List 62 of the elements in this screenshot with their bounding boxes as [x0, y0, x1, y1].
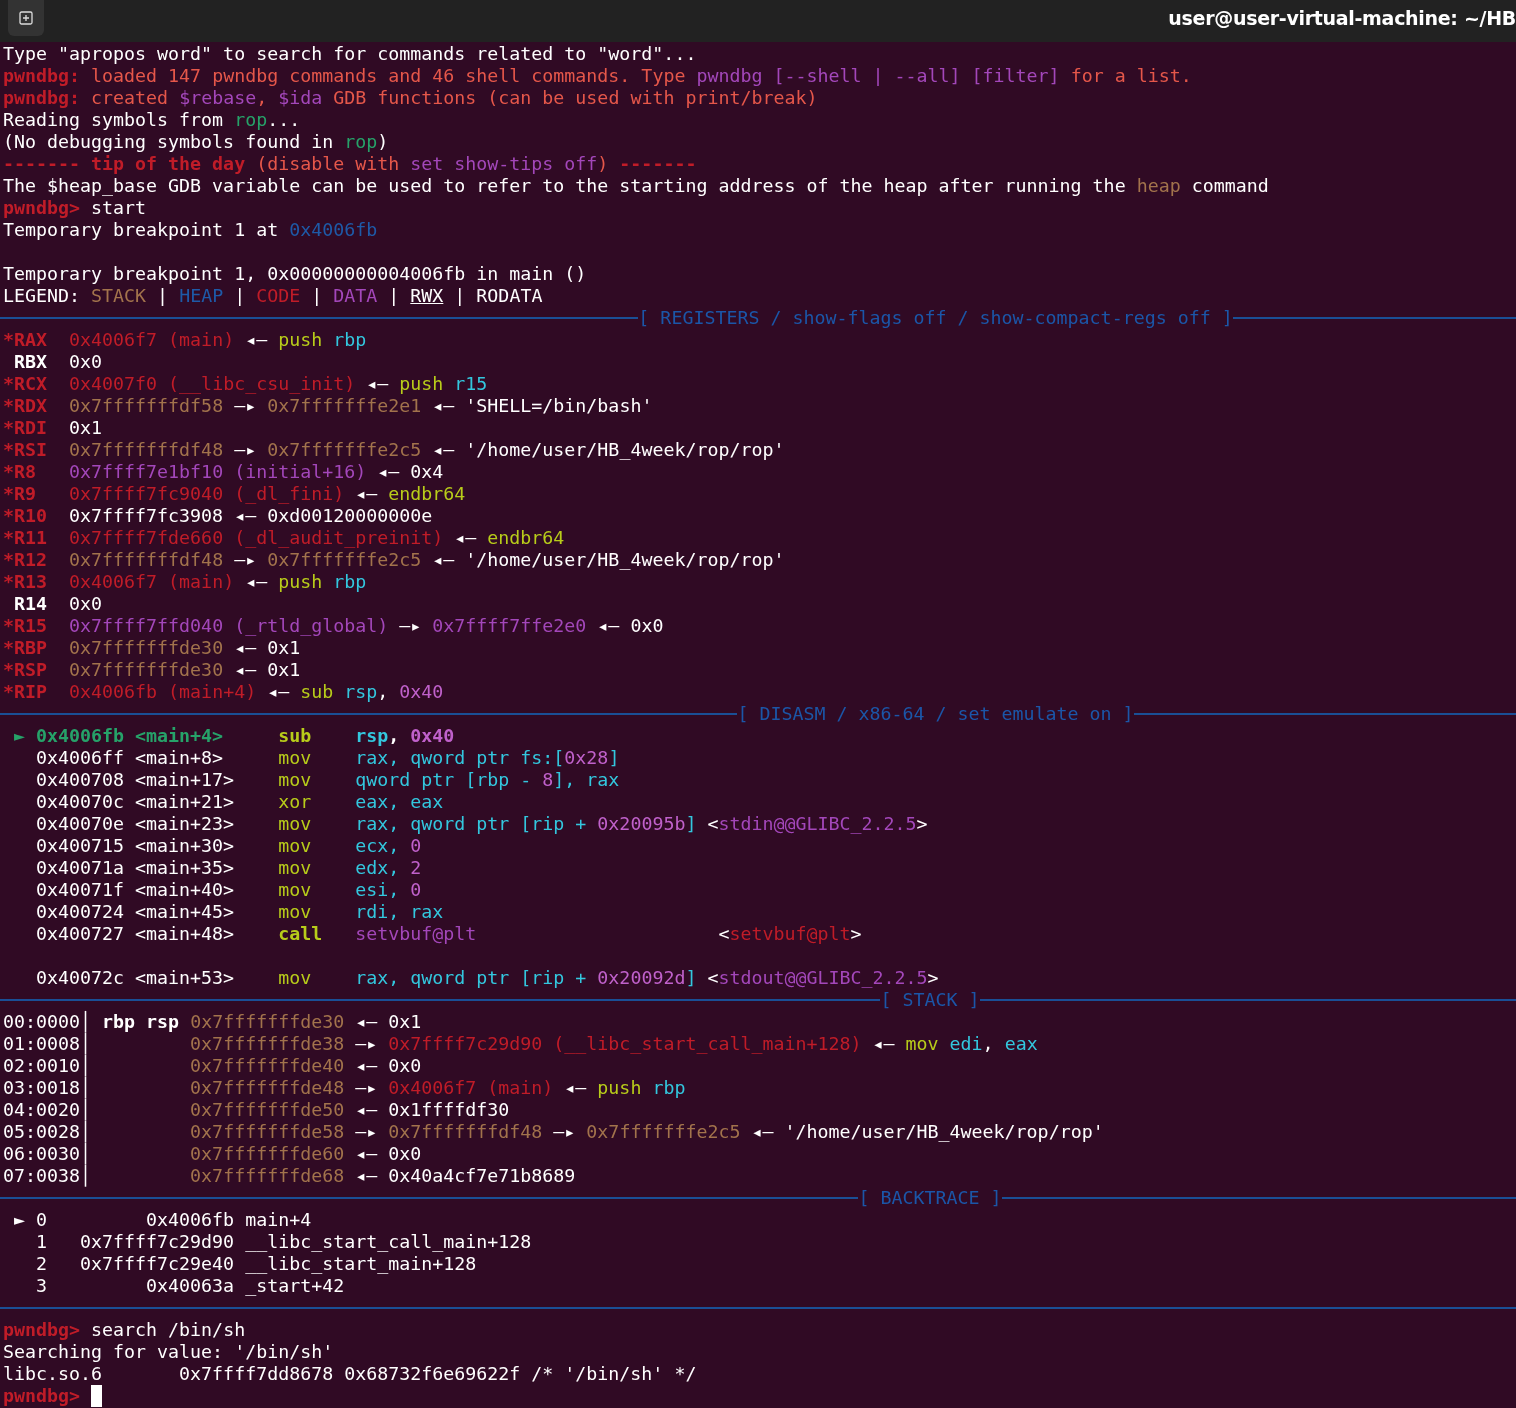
terminal-line: 06:0030│ 0x7fffffffde60 ◂— 0x0: [3, 1143, 422, 1165]
new-tab-button[interactable]: [8, 0, 44, 36]
terminal-line: 05:0028│ 0x7fffffffde58 —▸ 0x7fffffffdf48 —▸ 0x7fffffffe2c5 ◂— '/home/user/HB_4week/rop/rop': [3, 1121, 1104, 1143]
terminal-line: *RCX 0x4007f0 (__libc_csu_init) ◂— push r15: [3, 373, 488, 395]
terminal-line: Reading symbols from rop...: [3, 109, 301, 131]
terminal-line: 1 0x7ffff7c29d90 __libc_start_call_main+128: [35, 1231, 532, 1253]
terminal-line: *RDX 0x7fffffffdf58 —▸ 0x7fffffffe2e1 ◂— 'SHELL=/bin/bash': [3, 395, 653, 417]
terminal-line: *RSP 0x7fffffffde30 ◂— 0x1: [3, 659, 301, 681]
terminal-line: ------- tip of the day (disable with set show-tips off) -------: [3, 153, 697, 175]
section-header: [ DISASM / x86-64 / set emulate on ]: [737, 703, 1134, 725]
terminal-line: *R8 0x7ffff7e1bf10 (initial+16) ◂— 0x4: [3, 461, 444, 483]
terminal-line: *R15 0x7ffff7ffd040 (_rtld_global) —▸ 0x7ffff7ffe2e0 ◂— 0x0: [3, 615, 664, 637]
terminal-line: Type "apropos word" to search for commands related to "word"...: [3, 43, 697, 65]
terminal-line: RBX 0x0: [13, 351, 103, 373]
terminal-line: libc.so.6 0x7ffff7dd8678 0x68732f6e69622f /* '/bin/sh' */: [3, 1363, 697, 1385]
window-title: user@user-virtual-machine: ~/HB: [1168, 7, 1516, 29]
terminal-line: ► 0x4006fb <main+4> sub rsp, 0x40: [13, 725, 455, 747]
terminal-line: *R12 0x7fffffffdf48 —▸ 0x7fffffffe2c5 ◂— '/home/user/HB_4week/rop/rop': [3, 549, 785, 571]
terminal-line: *RAX 0x4006f7 (main) ◂— push rbp: [3, 329, 367, 351]
terminal-line: (No debugging symbols found in rop): [3, 131, 389, 153]
terminal-line: Temporary breakpoint 1, 0x00000000004006fb in main (): [3, 263, 587, 285]
terminal-line: *RIP 0x4006fb (main+4) ◂— sub rsp, 0x40: [3, 681, 444, 703]
terminal-line: 04:0020│ 0x7fffffffde50 ◂— 0x1ffffdf30: [3, 1099, 510, 1121]
square-plus-icon: [19, 11, 33, 25]
section-header: [ BACKTRACE ]: [858, 1187, 1002, 1209]
terminal-line: pwndbg> start: [3, 197, 147, 219]
terminal-line: The $heap_base GDB variable can be used to refer to the starting address of the heap after running the heap command: [3, 175, 1269, 197]
terminal-line: *R11 0x7ffff7fde660 (_dl_audit_preinit) ◂— endbr64: [3, 527, 565, 549]
terminal-line: 0x400715 <main+30> mov ecx, 0: [35, 835, 422, 857]
terminal-line: 0x40070c <main+21> xor eax, eax: [35, 791, 444, 813]
terminal-line: R14 0x0: [13, 593, 103, 615]
terminal-line: 2 0x7ffff7c29e40 __libc_start_main+128: [35, 1253, 477, 1275]
terminal-line: LEGEND: STACK | HEAP | CODE | DATA | RWX | RODATA: [3, 285, 543, 307]
terminal-line: *RSI 0x7fffffffdf48 —▸ 0x7fffffffe2c5 ◂— '/home/user/HB_4week/rop/rop': [3, 439, 785, 461]
terminal-line: 0x400724 <main+45> mov rdi, rax: [35, 901, 444, 923]
terminal-line: 0x40070e <main+23> mov rax, qword ptr [rip + 0x20095b] <stdin@@GLIBC_2.2.5>: [35, 813, 928, 835]
terminal-line: pwndbg> search /bin/sh: [3, 1319, 246, 1341]
terminal-line: *RBP 0x7fffffffde30 ◂— 0x1: [3, 637, 301, 659]
terminal-line: *R13 0x4006f7 (main) ◂— push rbp: [3, 571, 367, 593]
terminal-line: 01:0008│ 0x7fffffffde38 —▸ 0x7ffff7c29d90 (__libc_start_call_main+128) ◂— mov edi, eax: [3, 1033, 1038, 1055]
terminal-line: *R10 0x7ffff7fc3908 ◂— 0xd00120000000e: [3, 505, 433, 527]
terminal-line: Temporary breakpoint 1 at 0x4006fb: [3, 219, 378, 241]
terminal-line: 0x40071a <main+35> mov edx, 2: [35, 857, 422, 879]
terminal-line: pwndbg>: [3, 1385, 82, 1407]
terminal-line: 0x400727 <main+48> call setvbuf@plt <setvbuf@plt>: [35, 923, 862, 945]
terminal-line: 0x400708 <main+17> mov qword ptr [rbp - 8], rax: [35, 769, 620, 791]
terminal-line: pwndbg: loaded 147 pwndbg commands and 46 shell commands. Type pwndbg [--shell | --all] [filter] for a list.: [3, 65, 1192, 87]
terminal-line: *R9 0x7ffff7fc9040 (_dl_fini) ◂— endbr64: [3, 483, 466, 505]
terminal-line: 0x4006ff <main+8> mov rax, qword ptr fs:[0x28]: [35, 747, 620, 769]
terminal-line: 00:0000│ rbp rsp 0x7fffffffde30 ◂— 0x1: [3, 1011, 422, 1033]
section-header: [ REGISTERS / show-flags off / show-compact-regs off ]: [638, 307, 1233, 329]
terminal-line: 3 0x40063a _start+42: [35, 1275, 345, 1297]
terminal-line: 02:0010│ 0x7fffffffde40 ◂— 0x0: [3, 1055, 422, 1077]
terminal-line: ► 0 0x4006fb main+4: [13, 1209, 312, 1231]
terminal-line: *RDI 0x1: [3, 417, 103, 439]
terminal-line: 0x40071f <main+40> mov esi, 0: [35, 879, 422, 901]
terminal-line: 0x40072c <main+53> mov rax, qword ptr [rip + 0x20092d] <stdout@@GLIBC_2.2.5>: [35, 967, 939, 989]
terminal-line: Searching for value: '/bin/sh': [3, 1341, 334, 1363]
terminal-line: pwndbg: created $rebase, $ida GDB functions (can be used with print/break): [3, 87, 818, 109]
terminal-line: 07:0038│ 0x7fffffffde68 ◂— 0x40a4cf7e71b8689: [3, 1165, 576, 1187]
terminal-line: 03:0018│ 0x7fffffffde48 —▸ 0x4006f7 (main) ◂— push rbp: [3, 1077, 686, 1099]
section-header: [ STACK ]: [880, 989, 980, 1011]
